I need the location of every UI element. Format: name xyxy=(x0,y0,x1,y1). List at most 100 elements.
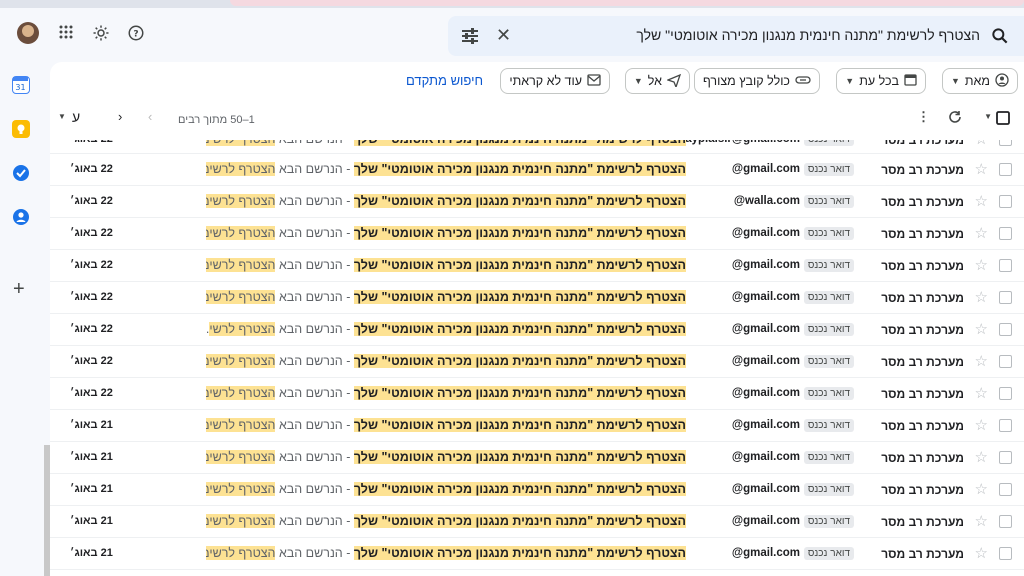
email-row[interactable]: ☆ מערכת רב מסר דואר נכנס @gmail.com הצטר… xyxy=(50,282,1024,314)
row-email-address: @gmail.com xyxy=(731,515,800,527)
snippet-prefix: הנרשם הבא xyxy=(275,194,343,208)
row-checkbox[interactable] xyxy=(999,515,1012,528)
row-checkbox[interactable] xyxy=(999,291,1012,304)
row-email-address: @gmail.com xyxy=(731,323,800,335)
inbox-label-badge: דואר נכנס xyxy=(803,515,854,528)
snippet-highlight: הצטרף לרשימת xyxy=(206,162,276,176)
email-row[interactable]: ☆ מערכת רב מסר דואר נכנס @gmail.com הצטר… xyxy=(50,378,1024,410)
email-row[interactable]: ☆ מערכת רב מסר דואר נכנס @gmail.com הצטר… xyxy=(50,250,1024,282)
row-date: 21 באוג׳ xyxy=(70,483,113,495)
tasks-icon[interactable] xyxy=(12,164,30,182)
row-checkbox[interactable] xyxy=(999,163,1012,176)
snippet-text: הנרשם הבא הצטרף לרשימת ... xyxy=(206,546,343,560)
search-bar[interactable]: ✕ הצטרף לרשימת "מתנה חינמית מנגנון מכירה… xyxy=(448,16,1024,56)
input-tools-label[interactable]: ע xyxy=(72,109,80,125)
filter-attachment-chip[interactable]: כולל קובץ מצורף xyxy=(693,68,820,94)
help-icon[interactable]: ? xyxy=(126,24,146,44)
search-icon[interactable] xyxy=(990,26,1010,46)
apps-grid-icon[interactable] xyxy=(56,24,76,44)
subject-separator: - xyxy=(342,386,354,400)
email-row[interactable]: ☆ מערכת רב מסר דואר נכנס @gmail.com הצטר… xyxy=(50,218,1024,250)
email-row[interactable]: ☆ מערכת רב מסר דואר נכנס @walla.com הצטר… xyxy=(50,186,1024,218)
email-row[interactable]: ☆ מערכת רב מסר דואר נכנס @gmail.com הצטר… xyxy=(50,154,1024,186)
snippet-text: הנרשם הבא הצטרף לרשימת... xyxy=(206,258,343,272)
filter-from-chip[interactable]: מאת ▼ xyxy=(942,68,1018,94)
email-row[interactable]: ☆ מערכת רב מסר דואר נכנס @gmail.com הצטר… xyxy=(50,474,1024,506)
row-checkbox[interactable] xyxy=(999,547,1012,560)
star-icon[interactable]: ☆ xyxy=(975,320,988,338)
email-row[interactable]: ☆ מערכת רב מסר דואר נכנס @gmail.com הצטר… xyxy=(50,506,1024,538)
filter-time-chip[interactable]: בכל עת ▼ xyxy=(836,68,926,94)
row-email-address: @gmail.com xyxy=(731,227,800,239)
star-icon[interactable]: ☆ xyxy=(975,256,988,274)
star-icon[interactable]: ☆ xyxy=(975,384,988,402)
keep-icon[interactable] xyxy=(12,120,30,138)
star-icon[interactable]: ☆ xyxy=(975,512,988,530)
row-checkbox[interactable] xyxy=(999,451,1012,464)
star-icon[interactable]: ☆ xyxy=(975,416,988,434)
subject-text: הצטרף לרשימת "מתנה חינמית מנגנון מכירה א… xyxy=(353,226,686,240)
row-checkbox[interactable] xyxy=(999,259,1012,272)
email-row[interactable]: ☆ מערכת רב מסר דואר נכנס @gmail.com הצטר… xyxy=(50,346,1024,378)
account-avatar[interactable] xyxy=(17,22,39,44)
row-checkbox[interactable] xyxy=(999,227,1012,240)
snippet-highlight: הצטרף לרשימת xyxy=(206,546,276,560)
next-page-icon[interactable]: › xyxy=(118,109,122,124)
row-sender: מערכת רב מסר xyxy=(881,291,964,305)
row-checkbox[interactable] xyxy=(999,355,1012,368)
email-row[interactable]: ☆ מערכת רב מסר דואר נכנס @gmail.com הצטר… xyxy=(50,538,1024,570)
row-checkbox[interactable] xyxy=(999,483,1012,496)
refresh-icon[interactable] xyxy=(948,110,962,127)
select-all-checkbox[interactable] xyxy=(996,111,1010,128)
email-row[interactable]: ☆ מערכת רב מסר דואר נכנס @gmail.com הצטר… xyxy=(50,410,1024,442)
snippet-text: הנרשם הבא הצטרף לרשימת "מ... xyxy=(206,386,343,400)
clear-search-icon[interactable]: ✕ xyxy=(496,25,511,46)
input-tools-dropdown-icon[interactable]: ▼ xyxy=(58,112,66,121)
snippet-prefix: הנרשם הבא xyxy=(275,418,343,432)
subject-separator: - xyxy=(342,482,354,496)
pagination-text: 1–50 מתוך רבים xyxy=(178,114,255,126)
star-icon[interactable]: ☆ xyxy=(975,160,988,178)
search-options-icon[interactable] xyxy=(460,26,480,46)
row-date: 21 באוג׳ xyxy=(70,547,113,559)
filter-unread-chip[interactable]: עוד לא קראתי xyxy=(500,68,610,94)
snippet-prefix: הנרשם הבא xyxy=(275,290,343,304)
select-dropdown-icon[interactable]: ▼ xyxy=(984,112,992,121)
snippet-prefix: הנרשם הבא xyxy=(275,258,343,272)
prev-page-icon[interactable]: ‹ xyxy=(148,109,152,124)
contacts-icon[interactable] xyxy=(12,208,30,226)
star-icon[interactable]: ☆ xyxy=(975,288,988,306)
row-date: 21 באוג׳ xyxy=(70,451,113,463)
star-icon[interactable]: ☆ xyxy=(975,480,988,498)
email-row[interactable]: ☆ מערכת רב מסר דואר נכנס @gmail.com הצטר… xyxy=(50,442,1024,474)
row-checkbox[interactable] xyxy=(999,419,1012,432)
snippet-text: הנרשם הבא הצטרף לרשימת... xyxy=(206,482,343,496)
star-icon[interactable]: ☆ xyxy=(975,224,988,242)
gear-icon[interactable] xyxy=(91,24,111,44)
row-checkbox[interactable] xyxy=(999,140,1012,146)
paperclip-icon xyxy=(795,74,811,89)
inbox-label-badge: דואר נכנס xyxy=(803,227,854,240)
email-row[interactable]: ☆ מערכת רב מסר דואר נכנס maypiaisir@gmai… xyxy=(50,140,1024,154)
snippet-prefix: הנרשם הבא xyxy=(275,354,343,368)
star-icon[interactable]: ☆ xyxy=(975,352,988,370)
more-options-icon[interactable]: ⋮ xyxy=(917,109,930,125)
snippet-prefix: הנרשם הבא xyxy=(275,162,343,176)
star-icon[interactable]: ☆ xyxy=(975,192,988,210)
inbox-label-badge: דואר נכנס xyxy=(803,355,854,368)
add-app-icon[interactable]: + xyxy=(13,278,25,301)
filter-to-chip[interactable]: אל ▼ xyxy=(624,68,690,94)
star-icon[interactable]: ☆ xyxy=(975,448,988,466)
star-icon[interactable]: ☆ xyxy=(975,140,988,148)
row-checkbox[interactable] xyxy=(999,323,1012,336)
calendar-icon[interactable]: 31 xyxy=(12,76,30,94)
search-input[interactable]: הצטרף לרשימת "מתנה חינמית מנגנון מכירה א… xyxy=(636,27,980,43)
row-email-address: @gmail.com xyxy=(731,451,800,463)
star-icon[interactable]: ☆ xyxy=(975,544,988,562)
subject-separator: - xyxy=(342,162,354,176)
email-row[interactable]: ☆ מערכת רב מסר דואר נכנס @gmail.com הצטר… xyxy=(50,314,1024,346)
advanced-search-link[interactable]: חיפוש מתקדם xyxy=(406,73,483,88)
row-checkbox[interactable] xyxy=(999,387,1012,400)
inbox-label-badge: דואר נכנס xyxy=(803,547,854,560)
row-checkbox[interactable] xyxy=(999,195,1012,208)
